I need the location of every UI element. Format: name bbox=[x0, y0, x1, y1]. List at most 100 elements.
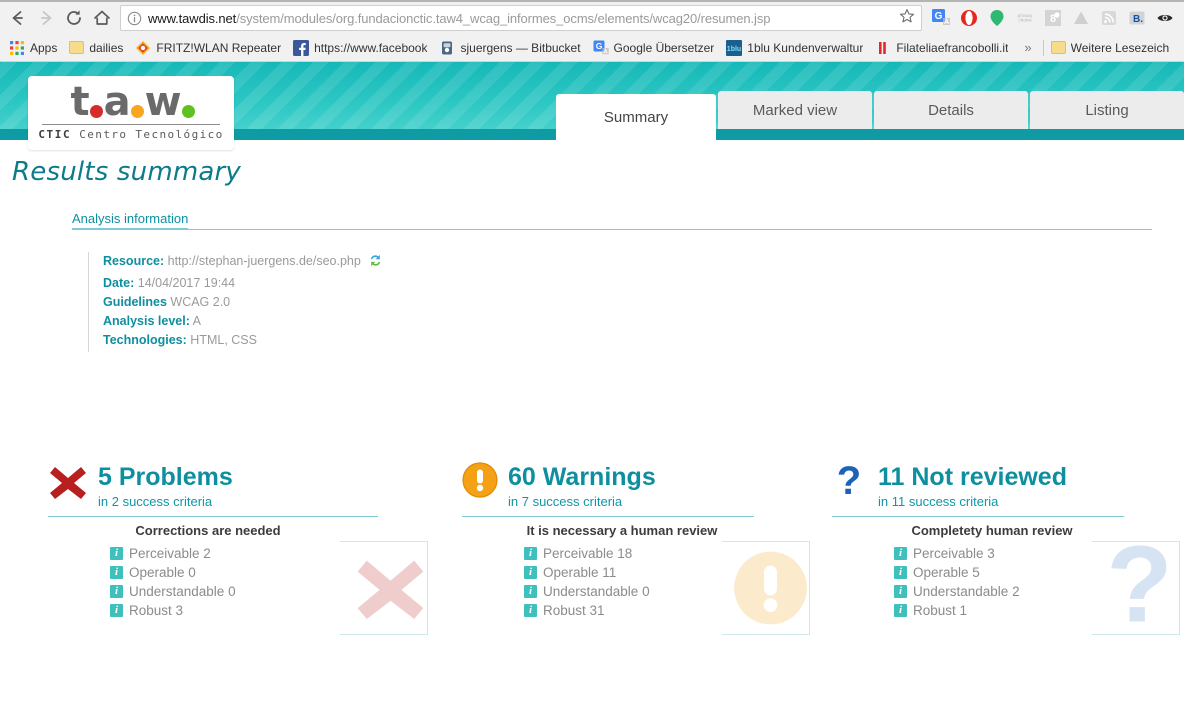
taw-logo[interactable]: t a w CTIC Centro Tecnológico bbox=[28, 76, 234, 150]
bookmark-filateliaefrancobolli[interactable]: Filateliaefrancobolli.it bbox=[870, 38, 1015, 58]
not-reviewed-watermark: ? bbox=[1092, 541, 1180, 635]
info-icon[interactable]: i bbox=[524, 585, 537, 598]
info-icon[interactable]: i bbox=[524, 547, 537, 560]
home-button[interactable] bbox=[88, 4, 116, 32]
google-plus-extension-icon[interactable]: 8 bbox=[1040, 5, 1066, 31]
browser-chrome: www.tawdis.net/system/modules/org.fundac… bbox=[0, 0, 1184, 62]
criterion-label: Operable 0 bbox=[129, 565, 196, 580]
navigation-tabs: Summary Marked view Details Listing bbox=[554, 89, 1184, 140]
column-header: 5 Problems in 2 success criteria bbox=[48, 462, 428, 516]
svg-text:G: G bbox=[595, 41, 602, 51]
bookmark-dailies[interactable]: dailies bbox=[64, 39, 130, 57]
info-icon[interactable]: i bbox=[110, 547, 123, 560]
logo-dot-green bbox=[181, 105, 195, 118]
tab-summary[interactable]: Summary bbox=[556, 94, 716, 140]
info-icon[interactable]: i bbox=[110, 585, 123, 598]
facebook-icon bbox=[293, 39, 310, 56]
info-icon[interactable]: i bbox=[894, 566, 907, 579]
folder-icon bbox=[1050, 41, 1066, 54]
info-icon[interactable]: i bbox=[894, 604, 907, 617]
bookmark-label: Weitere Lesezeich bbox=[1070, 40, 1170, 55]
page-content: t a w CTIC Centro Tecnológico Summary Ma… bbox=[0, 62, 1184, 702]
privacy-choice-extension-icon[interactable]: privacy choice bbox=[1012, 5, 1038, 31]
booking-extension-icon[interactable]: B. bbox=[1124, 5, 1150, 31]
page-title: Results summary bbox=[12, 157, 242, 187]
info-icon[interactable]: i bbox=[524, 604, 537, 617]
analysis-field-date: Date: 14/04/2017 19:44 bbox=[103, 274, 608, 293]
logo-letter-a: a bbox=[103, 79, 131, 125]
criterion-label: Perceivable 3 bbox=[913, 546, 995, 561]
info-icon[interactable]: i bbox=[110, 604, 123, 617]
reload-button[interactable] bbox=[60, 4, 88, 32]
results-column-not-reviewed: ? 11 Not reviewed in 11 success criteria… bbox=[832, 459, 1180, 635]
google-drive-extension-icon[interactable] bbox=[1068, 5, 1094, 31]
field-value: HTML, CSS bbox=[190, 333, 257, 347]
not-reviewed-subtitle: in 11 success criteria bbox=[878, 494, 999, 509]
svg-text:G: G bbox=[935, 11, 943, 22]
tab-listing[interactable]: Listing bbox=[1030, 91, 1184, 129]
analysis-information-section: Analysis information Resource: http://st… bbox=[0, 210, 1184, 352]
green-dot-extension-icon[interactable] bbox=[984, 5, 1010, 31]
google-translate-extension-icon[interactable]: G bbox=[928, 5, 954, 31]
bookmarks-overflow-button[interactable]: » bbox=[1015, 40, 1040, 55]
field-label: Guidelines bbox=[103, 295, 167, 309]
criterion-label: Operable 11 bbox=[543, 565, 617, 580]
info-icon[interactable]: i bbox=[894, 547, 907, 560]
bookmark-apps[interactable]: Apps bbox=[4, 38, 64, 58]
criterion-label: Understandable 2 bbox=[913, 584, 1020, 599]
google-translate-icon: G bbox=[593, 40, 609, 56]
logo-wordmark: t a w bbox=[38, 82, 224, 122]
bookmarks-bar: Apps dailies FRITZ!WLAN Repeater https:/… bbox=[0, 34, 1184, 62]
problems-watermark bbox=[340, 541, 428, 635]
bookmark-fritz-wlan-repeater[interactable]: FRITZ!WLAN Repeater bbox=[130, 38, 288, 58]
browser-toolbar: www.tawdis.net/system/modules/org.fundac… bbox=[0, 2, 1184, 34]
page-info-icon[interactable] bbox=[127, 11, 142, 26]
apps-grid-icon bbox=[9, 40, 25, 56]
refresh-icon[interactable] bbox=[368, 254, 383, 271]
column-body: Corrections are needed i Perceivable 2 iO… bbox=[48, 517, 428, 635]
orange-exclamation-icon bbox=[462, 462, 498, 503]
address-bar[interactable]: www.tawdis.net/system/modules/org.fundac… bbox=[120, 5, 922, 31]
field-value: http://stephan-juergens.de/seo.php bbox=[167, 254, 361, 268]
site-header-banner: t a w CTIC Centro Tecnológico Summary Ma… bbox=[0, 62, 1184, 150]
criterion-label: Perceivable 18 bbox=[543, 546, 633, 561]
opera-extension-icon[interactable] bbox=[956, 5, 982, 31]
logo-dot-orange bbox=[130, 105, 144, 118]
problems-caption: Corrections are needed bbox=[135, 523, 281, 538]
info-icon[interactable]: i bbox=[110, 566, 123, 579]
analysis-heading-row: Analysis information bbox=[72, 210, 1152, 229]
info-icon[interactable]: i bbox=[894, 585, 907, 598]
back-arrow-icon bbox=[8, 8, 28, 28]
results-column-warnings: 60 Warnings in 7 success criteria It is … bbox=[462, 462, 810, 635]
url-path: /system/modules/org.fundacionctic.taw4_w… bbox=[236, 10, 771, 26]
bookmark-google-translate[interactable]: G Google Übersetzer bbox=[588, 38, 722, 58]
warnings-watermark bbox=[722, 541, 810, 635]
bookmarks-divider bbox=[1042, 39, 1044, 56]
analysis-heading: Analysis information bbox=[72, 211, 189, 229]
field-label: Technologies: bbox=[103, 333, 187, 347]
bookmark-bitbucket[interactable]: sjuergens — Bitbucket bbox=[434, 38, 587, 58]
svg-text:?: ? bbox=[837, 462, 861, 502]
problems-count-title: 5 Problems bbox=[98, 463, 233, 491]
info-icon[interactable]: i bbox=[524, 566, 537, 579]
bookmark-other-bookmarks[interactable]: Weitere Lesezeich bbox=[1046, 39, 1177, 57]
field-label: Analysis level: bbox=[103, 314, 190, 328]
tab-marked-view[interactable]: Marked view bbox=[718, 91, 872, 129]
eye-extension-icon[interactable] bbox=[1152, 5, 1178, 31]
bookmark-1blu[interactable]: 1blu 1blu Kundenverwaltur bbox=[721, 38, 870, 58]
rss-feed-extension-icon[interactable] bbox=[1096, 5, 1122, 31]
results-columns: 5 Problems in 2 success criteria Correct… bbox=[0, 459, 1184, 635]
forward-button[interactable] bbox=[32, 4, 60, 32]
not-reviewed-count-title: 11 Not reviewed bbox=[878, 463, 1067, 491]
bookmark-facebook[interactable]: https://www.facebook bbox=[288, 38, 434, 58]
reload-icon bbox=[64, 8, 84, 28]
forward-arrow-icon bbox=[36, 8, 56, 28]
back-button[interactable] bbox=[4, 4, 32, 32]
url-host: www.tawdis.net bbox=[148, 10, 237, 26]
bookmark-star-icon[interactable] bbox=[899, 8, 915, 29]
bookmark-label: dailies bbox=[89, 40, 124, 55]
svg-text:1blu: 1blu bbox=[727, 46, 741, 53]
tab-details[interactable]: Details bbox=[874, 91, 1028, 129]
folder-icon bbox=[69, 41, 85, 54]
warnings-caption: It is necessary a human review bbox=[526, 523, 718, 538]
